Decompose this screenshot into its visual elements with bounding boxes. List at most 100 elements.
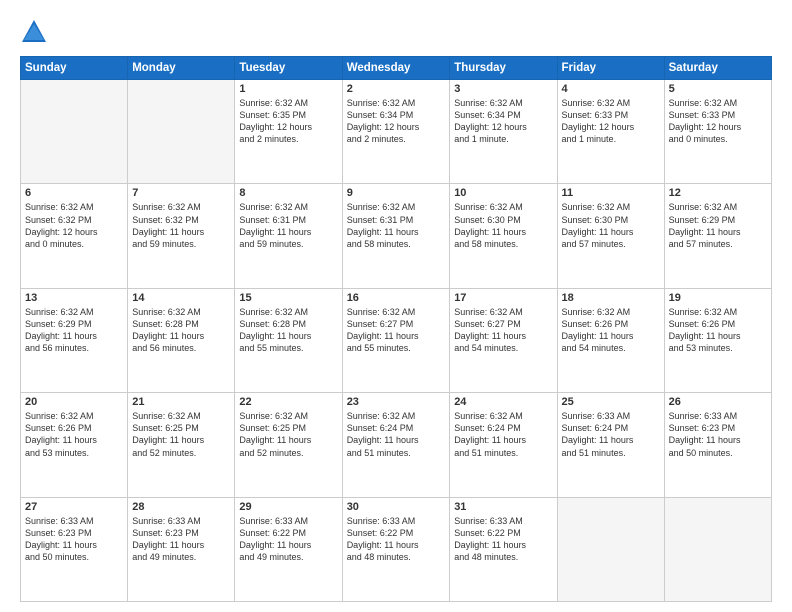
day-number: 13: [25, 292, 123, 304]
day-number: 1: [239, 83, 337, 95]
day-number: 15: [239, 292, 337, 304]
day-number: 3: [454, 83, 552, 95]
calendar-week-5: 27 Sunrise: 6:33 AM Sunset: 6:23 PM Dayli…: [21, 497, 772, 601]
calendar-cell: 25 Sunrise: 6:33 AM Sunset: 6:24 PM Dayli…: [557, 393, 664, 497]
logo: [20, 18, 52, 46]
day-number: 6: [25, 187, 123, 199]
day-number: 19: [669, 292, 767, 304]
calendar-cell: 15 Sunrise: 6:32 AM Sunset: 6:28 PM Dayli…: [235, 288, 342, 392]
day-info: Sunrise: 6:32 AM Sunset: 6:26 PM Dayligh…: [669, 306, 767, 355]
day-info: Sunrise: 6:32 AM Sunset: 6:34 PM Dayligh…: [454, 97, 552, 146]
day-info: Sunrise: 6:32 AM Sunset: 6:30 PM Dayligh…: [454, 201, 552, 250]
calendar-cell: 11 Sunrise: 6:32 AM Sunset: 6:30 PM Dayli…: [557, 184, 664, 288]
day-number: 21: [132, 396, 230, 408]
day-info: Sunrise: 6:32 AM Sunset: 6:31 PM Dayligh…: [239, 201, 337, 250]
day-number: 14: [132, 292, 230, 304]
day-number: 10: [454, 187, 552, 199]
weekday-header-tuesday: Tuesday: [235, 57, 342, 80]
calendar-cell: 2 Sunrise: 6:32 AM Sunset: 6:34 PM Daylig…: [342, 80, 450, 184]
day-number: 22: [239, 396, 337, 408]
calendar-cell: 26 Sunrise: 6:33 AM Sunset: 6:23 PM Dayli…: [664, 393, 771, 497]
calendar-cell: 10 Sunrise: 6:32 AM Sunset: 6:30 PM Dayli…: [450, 184, 557, 288]
day-number: 30: [347, 501, 446, 513]
day-number: 12: [669, 187, 767, 199]
day-info: Sunrise: 6:32 AM Sunset: 6:29 PM Dayligh…: [669, 201, 767, 250]
calendar: SundayMondayTuesdayWednesdayThursdayFrid…: [20, 56, 772, 602]
day-info: Sunrise: 6:33 AM Sunset: 6:23 PM Dayligh…: [669, 410, 767, 459]
day-number: 29: [239, 501, 337, 513]
calendar-cell: 14 Sunrise: 6:32 AM Sunset: 6:28 PM Dayli…: [128, 288, 235, 392]
calendar-cell: 18 Sunrise: 6:32 AM Sunset: 6:26 PM Dayli…: [557, 288, 664, 392]
calendar-week-2: 6 Sunrise: 6:32 AM Sunset: 6:32 PM Daylig…: [21, 184, 772, 288]
day-info: Sunrise: 6:32 AM Sunset: 6:30 PM Dayligh…: [562, 201, 660, 250]
calendar-cell: 23 Sunrise: 6:32 AM Sunset: 6:24 PM Dayli…: [342, 393, 450, 497]
page: SundayMondayTuesdayWednesdayThursdayFrid…: [0, 0, 792, 612]
calendar-cell: 9Sunrise: 6:32 AM Sunset: 6:31 PM Daylig…: [342, 184, 450, 288]
day-info: Sunrise: 6:32 AM Sunset: 6:33 PM Dayligh…: [562, 97, 660, 146]
day-info: Sunrise: 6:33 AM Sunset: 6:23 PM Dayligh…: [132, 515, 230, 564]
day-number: 11: [562, 187, 660, 199]
calendar-cell: 3 Sunrise: 6:32 AM Sunset: 6:34 PM Daylig…: [450, 80, 557, 184]
weekday-header-wednesday: Wednesday: [342, 57, 450, 80]
weekday-header-monday: Monday: [128, 57, 235, 80]
day-info: Sunrise: 6:32 AM Sunset: 6:25 PM Dayligh…: [239, 410, 337, 459]
day-number: 31: [454, 501, 552, 513]
weekday-header-saturday: Saturday: [664, 57, 771, 80]
day-info: Sunrise: 6:32 AM Sunset: 6:32 PM Dayligh…: [132, 201, 230, 250]
day-info: Sunrise: 6:32 AM Sunset: 6:28 PM Dayligh…: [132, 306, 230, 355]
weekday-header-thursday: Thursday: [450, 57, 557, 80]
weekday-header-friday: Friday: [557, 57, 664, 80]
day-info: Sunrise: 6:32 AM Sunset: 6:26 PM Dayligh…: [562, 306, 660, 355]
day-info: Sunrise: 6:32 AM Sunset: 6:29 PM Dayligh…: [25, 306, 123, 355]
weekday-header-row: SundayMondayTuesdayWednesdayThursdayFrid…: [21, 57, 772, 80]
calendar-cell: 12 Sunrise: 6:32 AM Sunset: 6:29 PM Dayli…: [664, 184, 771, 288]
calendar-cell: 30 Sunrise: 6:33 AM Sunset: 6:22 PM Dayli…: [342, 497, 450, 601]
day-number: 8: [239, 187, 337, 199]
calendar-week-1: 1 Sunrise: 6:32 AM Sunset: 6:35 PM Daylig…: [21, 80, 772, 184]
calendar-cell: [664, 497, 771, 601]
calendar-cell: 29 Sunrise: 6:33 AM Sunset: 6:22 PM Dayli…: [235, 497, 342, 601]
day-info: Sunrise: 6:32 AM Sunset: 6:34 PM Dayligh…: [347, 97, 446, 146]
day-info: Sunrise: 6:32 AM Sunset: 6:24 PM Dayligh…: [347, 410, 446, 459]
day-number: 27: [25, 501, 123, 513]
day-number: 17: [454, 292, 552, 304]
day-info: Sunrise: 6:32 AM Sunset: 6:31 PM Dayligh…: [347, 201, 446, 250]
calendar-cell: 1 Sunrise: 6:32 AM Sunset: 6:35 PM Daylig…: [235, 80, 342, 184]
calendar-cell: [128, 80, 235, 184]
day-info: Sunrise: 6:32 AM Sunset: 6:28 PM Dayligh…: [239, 306, 337, 355]
day-info: Sunrise: 6:33 AM Sunset: 6:23 PM Dayligh…: [25, 515, 123, 564]
day-number: 28: [132, 501, 230, 513]
day-info: Sunrise: 6:32 AM Sunset: 6:35 PM Dayligh…: [239, 97, 337, 146]
calendar-cell: 31 Sunrise: 6:33 AM Sunset: 6:22 PM Dayli…: [450, 497, 557, 601]
calendar-cell: 22 Sunrise: 6:32 AM Sunset: 6:25 PM Dayli…: [235, 393, 342, 497]
day-info: Sunrise: 6:32 AM Sunset: 6:27 PM Dayligh…: [347, 306, 446, 355]
day-number: 25: [562, 396, 660, 408]
day-info: Sunrise: 6:33 AM Sunset: 6:22 PM Dayligh…: [239, 515, 337, 564]
calendar-cell: 17 Sunrise: 6:32 AM Sunset: 6:27 PM Dayli…: [450, 288, 557, 392]
day-info: Sunrise: 6:32 AM Sunset: 6:32 PM Dayligh…: [25, 201, 123, 250]
logo-icon: [20, 18, 48, 46]
day-number: 24: [454, 396, 552, 408]
day-number: 18: [562, 292, 660, 304]
calendar-cell: 20Sunrise: 6:32 AM Sunset: 6:26 PM Dayli…: [21, 393, 128, 497]
day-number: 4: [562, 83, 660, 95]
day-info: Sunrise: 6:33 AM Sunset: 6:22 PM Dayligh…: [454, 515, 552, 564]
weekday-header-sunday: Sunday: [21, 57, 128, 80]
calendar-cell: 8 Sunrise: 6:32 AM Sunset: 6:31 PM Daylig…: [235, 184, 342, 288]
day-info: Sunrise: 6:33 AM Sunset: 6:24 PM Dayligh…: [562, 410, 660, 459]
calendar-week-3: 13 Sunrise: 6:32 AM Sunset: 6:29 PM Dayli…: [21, 288, 772, 392]
day-info: Sunrise: 6:32 AM Sunset: 6:27 PM Dayligh…: [454, 306, 552, 355]
calendar-cell: [557, 497, 664, 601]
calendar-cell: 19 Sunrise: 6:32 AM Sunset: 6:26 PM Dayli…: [664, 288, 771, 392]
day-number: 26: [669, 396, 767, 408]
day-info: Sunrise: 6:33 AM Sunset: 6:22 PM Dayligh…: [347, 515, 446, 564]
header: [20, 18, 772, 46]
calendar-week-4: 20Sunrise: 6:32 AM Sunset: 6:26 PM Dayli…: [21, 393, 772, 497]
day-info: Sunrise: 6:32 AM Sunset: 6:24 PM Dayligh…: [454, 410, 552, 459]
calendar-cell: 6 Sunrise: 6:32 AM Sunset: 6:32 PM Daylig…: [21, 184, 128, 288]
calendar-cell: 5Sunrise: 6:32 AM Sunset: 6:33 PM Daylig…: [664, 80, 771, 184]
calendar-cell: 4 Sunrise: 6:32 AM Sunset: 6:33 PM Daylig…: [557, 80, 664, 184]
day-info: Sunrise: 6:32 AM Sunset: 6:33 PM Dayligh…: [669, 97, 767, 146]
day-number: 23: [347, 396, 446, 408]
day-number: 2: [347, 83, 446, 95]
